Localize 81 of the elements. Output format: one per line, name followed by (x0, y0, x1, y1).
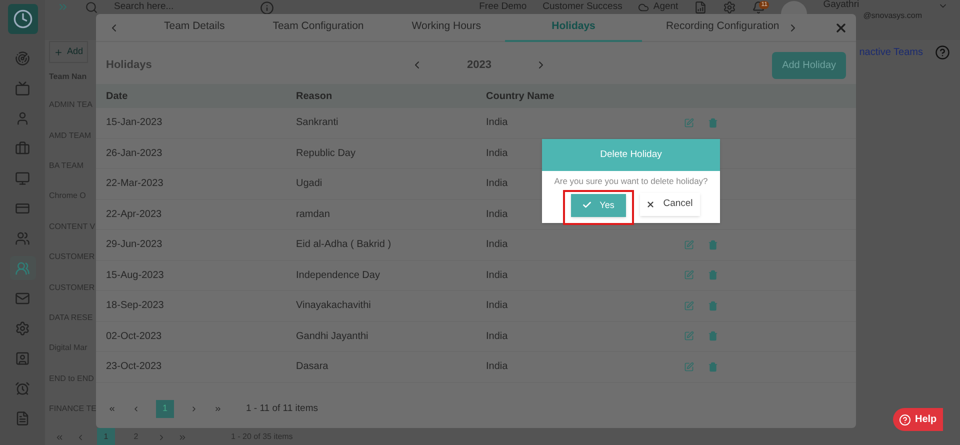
column-header: Country Name (486, 90, 554, 104)
previous-page-icon (76, 432, 85, 442)
tab[interactable]: Team Configuration (248, 14, 388, 42)
tab[interactable]: Holidays (505, 14, 642, 42)
settings-icon (723, 1, 736, 14)
reason-cell-text: Eid al-Adha ( Bakrid ) (296, 238, 392, 252)
page-button[interactable]: 1 (97, 428, 115, 445)
next-page-icon (190, 405, 198, 413)
help-icon (899, 414, 911, 426)
previous-page-icon (132, 405, 140, 413)
reason-cell-text: ramdan (296, 208, 331, 222)
delete-icon[interactable] (708, 118, 718, 128)
date-cell-text: 26-Jan-2023 (106, 146, 164, 161)
expand-icon (57, 1, 69, 13)
country-cell: India (486, 148, 508, 159)
add-team-button[interactable]: Add (49, 41, 88, 63)
country-cell: India (486, 178, 508, 190)
yes-button[interactable]: Yes (570, 194, 626, 217)
tab[interactable]: Team Details (140, 14, 249, 42)
delete-icon[interactable] (708, 331, 718, 342)
date-cell-text: 23-Oct-2023 (106, 360, 163, 374)
country-cell: India (486, 330, 508, 342)
tab[interactable]: Working Hours (388, 14, 506, 42)
date-cell-text: 15-Aug-2023 (106, 268, 165, 283)
reason-cell-text: Republic Day (296, 146, 356, 161)
reason-cell-text: Dasara (296, 360, 330, 374)
cloud-icon (638, 2, 650, 12)
close-icon (646, 200, 656, 209)
reason-cell-text: Vinayakachavithi (296, 299, 372, 314)
delete-icon[interactable] (708, 240, 718, 250)
report-icon (694, 1, 708, 14)
reason-cell-text: Independence Day (296, 268, 381, 283)
delete-icon[interactable] (708, 362, 718, 372)
plus-icon (54, 48, 63, 56)
edit-icon[interactable] (684, 118, 694, 128)
help-button[interactable]: Help (893, 408, 943, 431)
help-icon (935, 44, 950, 60)
check-icon (582, 200, 592, 210)
first-page-icon (108, 405, 116, 413)
close-icon (834, 20, 848, 34)
reason-cell-text: Gandhi Jayanthi (296, 330, 370, 344)
date-cell-text: 22-Apr-2023 (106, 208, 163, 222)
pager-summary: 1 - 11 of 11 items (246, 402, 318, 416)
first-page-icon (55, 432, 64, 442)
add-holiday-button[interactable]: Add Holiday (772, 52, 846, 78)
info-icon (260, 1, 274, 15)
date-cell-text: 22-Mar-2023 (106, 177, 164, 192)
search-icon (85, 1, 98, 14)
date-cell-text: 02-Oct-2023 (106, 330, 163, 344)
year-label: 2023 (467, 58, 492, 73)
dialog-message: Are you sure you want to delete holiday? (554, 175, 708, 188)
cancel-button[interactable]: Cancel (640, 192, 700, 216)
country-cell: India (486, 300, 508, 312)
next-page-icon (157, 432, 166, 442)
delete-icon[interactable] (708, 300, 718, 311)
date-cell-text: 15-Jan-2023 (106, 116, 164, 130)
column-header: Date (106, 90, 129, 104)
reason-cell-text: Sankranti (296, 116, 340, 130)
edit-icon[interactable] (684, 240, 694, 250)
edit-icon[interactable] (684, 300, 694, 311)
page-button[interactable]: 1 (156, 400, 174, 418)
date-cell-text: 29-Jun-2023 (106, 238, 164, 252)
tab[interactable]: Recording Configuration (642, 14, 804, 42)
edit-icon[interactable] (684, 331, 694, 342)
country-cell: India (486, 270, 508, 281)
country-cell: India (486, 361, 508, 372)
column-header: Reason (296, 90, 334, 104)
edit-icon[interactable] (684, 362, 694, 372)
last-page-icon (178, 432, 187, 442)
edit-icon[interactable] (684, 270, 694, 280)
dialog-title: Delete Holiday (542, 139, 720, 171)
reason-cell-text: Ugadi (296, 177, 324, 192)
last-page-icon (214, 405, 222, 413)
app-logo[interactable] (8, 4, 38, 34)
delete-icon[interactable] (708, 270, 718, 280)
country-cell: India (486, 239, 508, 250)
country-cell: India (486, 208, 508, 220)
country-cell: India (486, 117, 508, 128)
bell-icon (752, 1, 766, 14)
date-cell-text: 18-Sep-2023 (106, 299, 165, 314)
team-icon[interactable] (10, 256, 36, 280)
